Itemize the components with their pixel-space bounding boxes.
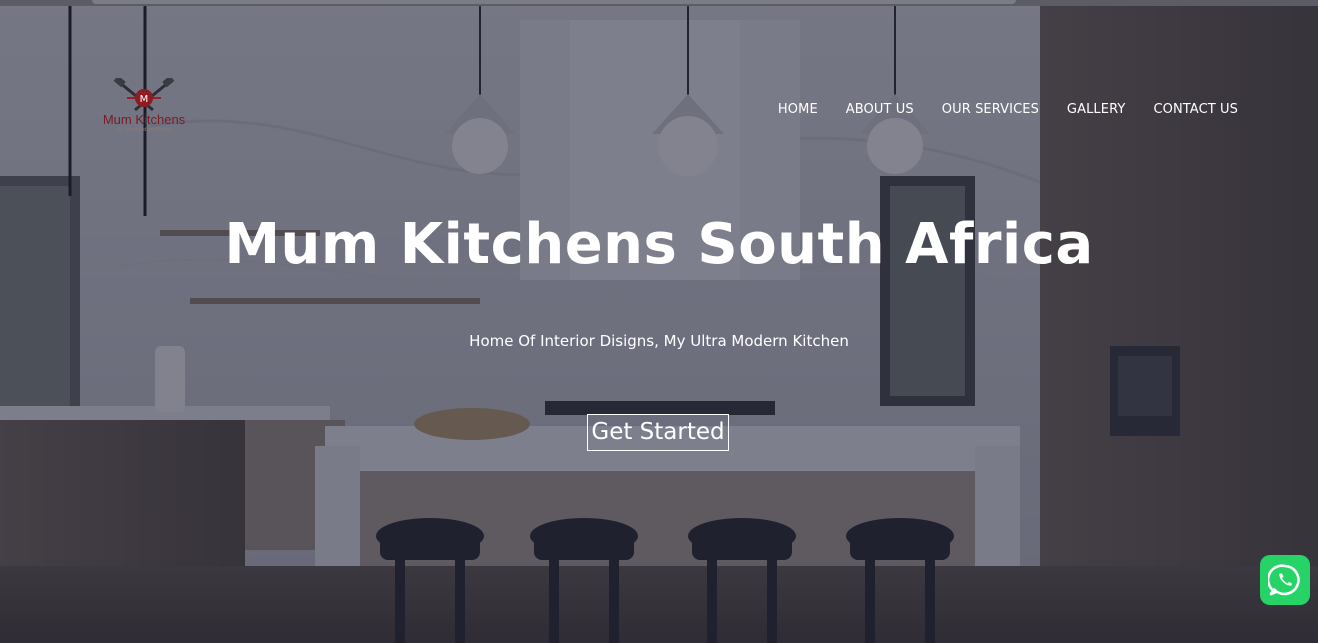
hero-title: Mum Kitchens South Africa [224, 212, 1094, 277]
svg-text:M: M [140, 94, 149, 105]
brand-name: Mum Kitchens [102, 112, 186, 127]
nav-item-gallery[interactable]: GALLERY [1067, 102, 1126, 117]
nav-item-about-us[interactable]: ABOUT US [846, 102, 914, 117]
hero-subtitle: Home Of Interior Disigns, My Ultra Moder… [469, 332, 849, 350]
brand-tagline: My Ultra Modern Kitchen [116, 127, 172, 133]
whatsapp-chat-button[interactable] [1260, 555, 1310, 605]
crossed-utensils-m-badge-icon: M [113, 78, 175, 112]
nav-item-contact-us[interactable]: CONTACT US [1153, 102, 1238, 117]
whatsapp-icon [1268, 564, 1300, 596]
landing-page: M Mum Kitchens My Ultra Modern Kitchen H… [0, 0, 1318, 643]
nav-item-home[interactable]: HOME [778, 102, 818, 117]
browser-top-strip [0, 0, 1318, 6]
nav-item-our-services[interactable]: OUR SERVICES [942, 102, 1039, 117]
brand-logo[interactable]: M Mum Kitchens My Ultra Modern Kitchen [96, 78, 192, 144]
get-started-button[interactable]: Get Started [587, 414, 729, 451]
main-nav: HOME ABOUT US OUR SERVICES GALLERY CONTA… [778, 102, 1238, 117]
top-strip-handle [92, 0, 1016, 4]
